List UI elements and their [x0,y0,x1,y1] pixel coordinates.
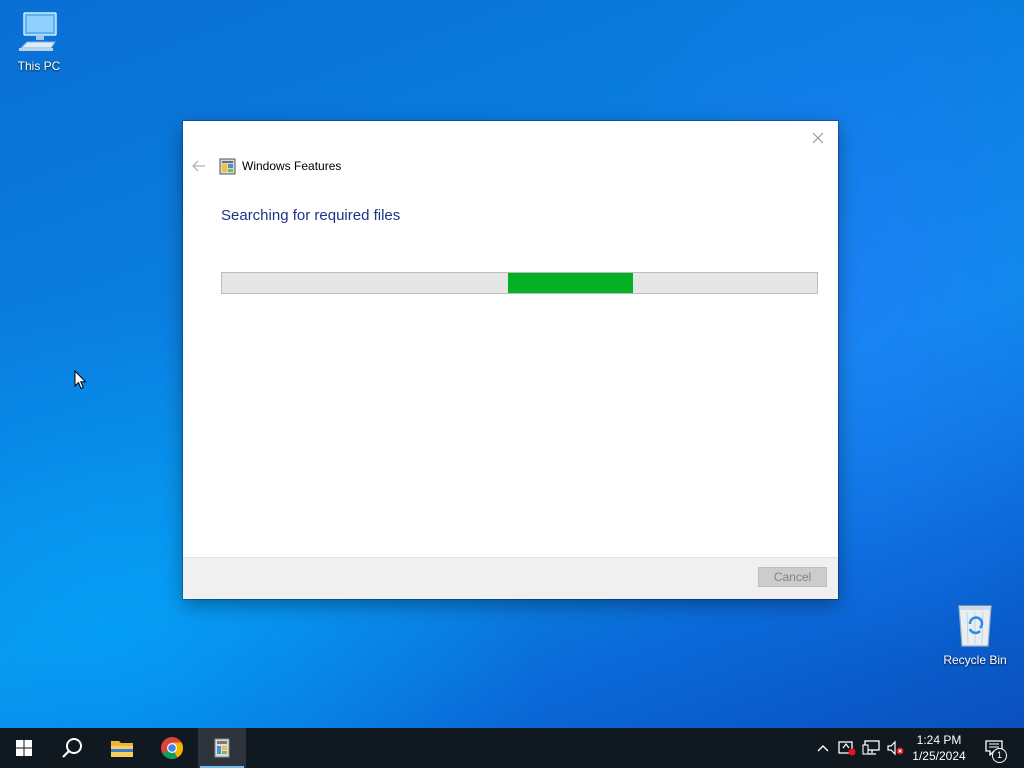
desktop-icon-label: This PC [17,59,61,73]
windows-features-icon [214,738,230,758]
search-icon [62,738,82,758]
computer-icon [19,12,57,51]
close-button[interactable] [806,126,830,150]
file-explorer-button[interactable] [98,728,146,768]
notification-count-badge: 1 [992,748,1007,763]
chevron-up-icon [817,745,829,752]
folder-icon [111,741,133,757]
dialog-footer: Cancel [183,557,838,599]
windows-features-taskbar-button[interactable] [198,728,246,768]
dialog-title: Windows Features [242,159,342,173]
network-tray-button[interactable] [860,728,882,768]
desktop-icon-label: Recycle Bin [943,653,1007,667]
chrome-icon [161,737,183,759]
close-icon [812,132,824,144]
clock[interactable]: 1:24 PM 1/25/2024 [902,732,976,764]
windows-features-icon [219,158,236,174]
search-button[interactable] [48,728,96,768]
cancel-button[interactable]: Cancel [758,567,827,587]
desktop: This PC Recycle Bin Windows Features Sea… [0,0,1024,728]
action-center-button[interactable] [978,728,1010,768]
back-button[interactable] [191,158,207,174]
taskbar: 1:24 PM 1/25/2024 [0,728,1024,768]
show-hidden-icons-button[interactable] [812,728,834,768]
back-arrow-icon [192,160,205,172]
security-tray-button[interactable] [836,728,858,768]
windows-features-dialog: Windows Features Searching for required … [183,121,838,599]
mouse-cursor-icon [74,370,87,390]
progress-bar-chunk [507,273,633,293]
clock-time: 1:24 PM [916,733,962,747]
security-alert-icon [838,741,856,756]
status-heading: Searching for required files [221,207,401,224]
start-button[interactable] [0,728,48,768]
this-pc-desktop-icon[interactable]: This PC [0,10,79,73]
clock-date: 1/25/2024 [912,749,966,763]
progress-bar [221,272,818,294]
recycle-bin-desktop-icon[interactable]: Recycle Bin [935,600,1015,667]
chrome-button[interactable] [148,728,196,768]
recycle-bin-icon [958,605,992,647]
dialog-header: Windows Features [191,157,341,175]
windows-logo-icon [16,740,32,756]
network-icon [862,740,880,755]
